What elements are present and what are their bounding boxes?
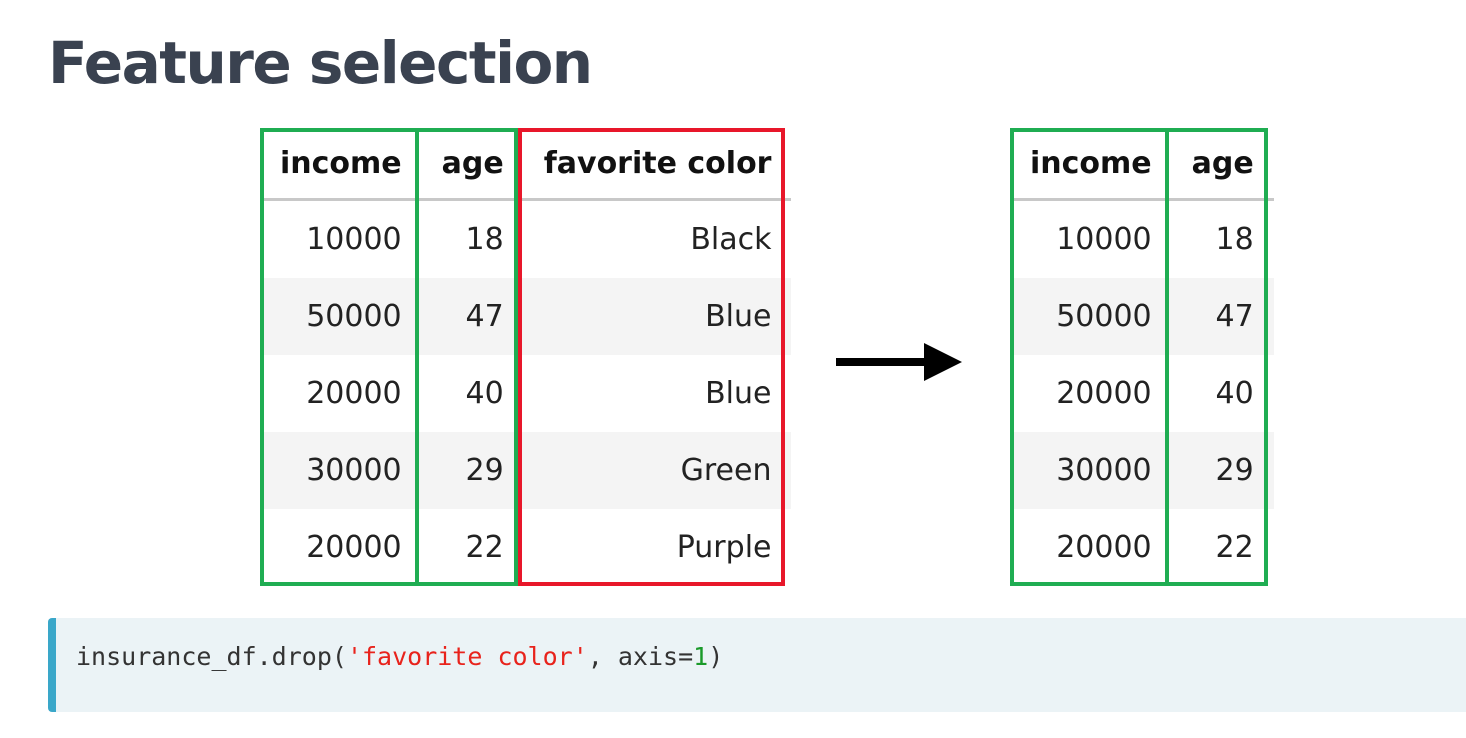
- cell-income: 20000: [306, 530, 402, 565]
- cell-age: 47: [1171, 278, 1274, 355]
- column-header-income: income: [280, 145, 402, 181]
- table-row: 10000 18 Black: [260, 200, 791, 279]
- cell-income: 20000: [1056, 376, 1152, 411]
- cell-income: 50000: [260, 278, 422, 355]
- code-number-arg: 1: [693, 642, 709, 671]
- table-row: 20000 22: [1010, 509, 1274, 586]
- cell-favorite-color: Blue: [523, 278, 792, 355]
- code-line: insurance_df.drop('favorite color', axis…: [76, 642, 723, 671]
- table-row: 30000 29 Green: [260, 432, 792, 509]
- cell-age: 29: [1171, 432, 1274, 509]
- column-header-age: age: [1191, 145, 1254, 181]
- code-string-arg: 'favorite color': [346, 642, 588, 671]
- table-row: 10000 18: [1010, 200, 1274, 279]
- table-row: 20000 40: [1010, 355, 1274, 432]
- original-table: income age favorite color 10000 18 Black…: [260, 128, 792, 586]
- table-header-row: income age: [1010, 128, 1274, 200]
- cell-income: 50000: [1010, 278, 1172, 355]
- table-row: 30000 29: [1010, 432, 1274, 509]
- cell-age: 18: [1215, 222, 1254, 257]
- column-header-income: income: [1030, 145, 1152, 181]
- code-close-paren: ): [708, 642, 724, 671]
- cell-favorite-color: Blue: [705, 376, 772, 411]
- cell-income: 30000: [260, 432, 422, 509]
- cell-age: 47: [421, 278, 524, 355]
- cell-age: 29: [421, 432, 524, 509]
- table-row: 50000 47 Blue: [260, 278, 792, 355]
- table-row: 20000 40 Blue: [260, 355, 791, 432]
- cell-income: 10000: [306, 222, 402, 257]
- cell-income: 30000: [1010, 432, 1172, 509]
- arrow-right-icon: [836, 343, 962, 381]
- code-call: insurance_df.drop(: [76, 642, 347, 671]
- cell-age: 40: [465, 376, 504, 411]
- table-header-row: income age favorite color: [260, 128, 792, 200]
- table-row: 20000 22 Purple: [260, 509, 791, 586]
- cell-income: 20000: [306, 376, 402, 411]
- page-title: Feature selection: [48, 29, 593, 97]
- cell-favorite-color: Green: [523, 432, 792, 509]
- result-table: income age 10000 18 50000 47 20000 40 30…: [1010, 128, 1274, 586]
- table-row: 50000 47: [1010, 278, 1274, 355]
- cell-favorite-color: Black: [690, 222, 772, 257]
- cell-age: 18: [465, 222, 504, 257]
- column-header-favorite-color: favorite color: [543, 145, 772, 181]
- code-axis-kw: , axis=: [587, 642, 694, 671]
- cell-age: 40: [1215, 376, 1254, 411]
- cell-income: 20000: [1056, 530, 1152, 565]
- cell-income: 10000: [1056, 222, 1152, 257]
- code-block: insurance_df.drop('favorite color', axis…: [48, 618, 1466, 712]
- cell-age: 22: [465, 530, 504, 565]
- cell-favorite-color: Purple: [676, 530, 772, 565]
- cell-age: 22: [1215, 530, 1254, 565]
- column-header-age: age: [441, 145, 504, 181]
